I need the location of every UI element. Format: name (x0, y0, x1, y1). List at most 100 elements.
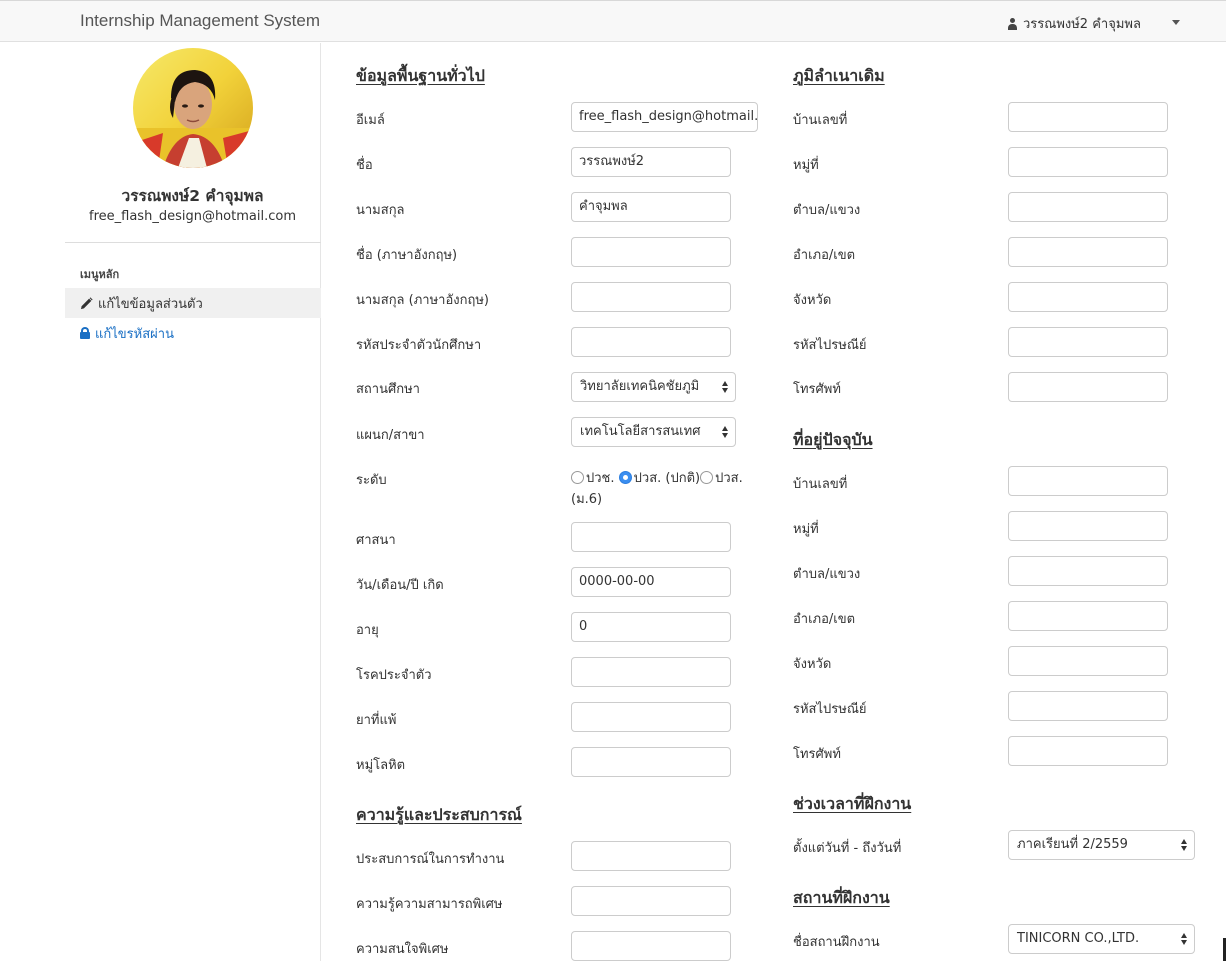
hometown-moo-field[interactable] (1008, 147, 1168, 177)
section-title-hometown: ภูมิลำเนาเดิม (793, 66, 885, 85)
current-house-no-field[interactable] (1008, 466, 1168, 496)
hometown-house-no-label: บ้านเลขที่ (793, 113, 848, 128)
sidebar-item-label: แก้ไขข้อมูลส่วนตัว (98, 296, 203, 312)
department-selected: เทคโนโลยีสารสนเทศ (580, 424, 701, 439)
section-title-knowledge: ความรู้และประสบการณ์ (356, 805, 522, 824)
select-arrows-icon (722, 381, 729, 393)
experience-label: ประสบการณ์ในการทำงาน (356, 852, 505, 867)
select-arrows-icon (1181, 933, 1188, 945)
hometown-subdistrict-label: ตำบล/แขวง (793, 203, 861, 218)
hometown-postal-field[interactable] (1008, 327, 1168, 357)
select-arrows-icon (722, 426, 729, 438)
blood-type-label: หมู่โลหิต (356, 758, 406, 773)
current-postal-label: รหัสไปรษณีย์ (793, 702, 867, 717)
current-moo-field[interactable] (1008, 511, 1168, 541)
radio-level-high-vocational-normal[interactable] (618, 471, 632, 484)
top-navbar: Internship Management System วรรณพงษ์2 ค… (0, 0, 1226, 42)
hometown-house-no-field[interactable] (1008, 102, 1168, 132)
sidebar-item-label: แก้ไขรหัสผ่าน (95, 326, 174, 342)
workplace-select[interactable]: TINICORN CO.,LTD. (1008, 924, 1195, 954)
first-name-label: ชื่อ (356, 158, 373, 173)
hometown-province-label: จังหวัด (793, 293, 832, 308)
section-title-period: ช่วงเวลาที่ฝึกงาน (793, 794, 912, 813)
hometown-district-label: อำเภอ/เขต (793, 248, 856, 263)
avatar (133, 48, 253, 168)
allergy-label: ยาที่แพ้ (356, 713, 397, 728)
last-name-en-field[interactable] (571, 282, 731, 312)
radio-level-vocational-cert[interactable] (571, 471, 584, 484)
email-label: อีเมล์ (356, 113, 385, 128)
current-province-label: จังหวัด (793, 657, 832, 672)
age-label: อายุ (356, 623, 379, 638)
hometown-district-field[interactable] (1008, 237, 1168, 267)
radio-option-label: ปวส. (ปกติ) (633, 471, 701, 486)
student-id-label: รหัสประจำตัวนักศึกษา (356, 338, 482, 353)
radio-level-high-vocational-m6[interactable] (700, 471, 714, 484)
sidebar: วรรณพงษ์2 คำจุมพล free_flash_design@hotm… (0, 43, 321, 961)
user-display-name: วรรณพงษ์2 คำจุมพล (1023, 17, 1141, 32)
section-title-general: ข้อมูลพื้นฐานทั่วไป (356, 66, 485, 85)
user-menu-toggle[interactable]: วรรณพงษ์2 คำจุมพล (1007, 13, 1141, 34)
hometown-phone-label: โทรศัพท์ (793, 382, 841, 397)
current-province-field[interactable] (1008, 646, 1168, 676)
last-name-en-label: นามสกุล (ภาษาอังกฤษ) (356, 293, 490, 308)
institution-label: สถานศึกษา (356, 382, 420, 397)
first-name-en-field[interactable] (571, 237, 731, 267)
current-subdistrict-field[interactable] (1008, 556, 1168, 586)
first-name-en-label: ชื่อ (ภาษาอังกฤษ) (356, 248, 458, 263)
hometown-subdistrict-field[interactable] (1008, 192, 1168, 222)
current-postal-field[interactable] (1008, 691, 1168, 721)
first-name-field[interactable]: วรรณพงษ์2 (571, 147, 731, 177)
current-phone-label: โทรศัพท์ (793, 747, 841, 762)
birth-date-label: วัน/เดือน/ปี เกิด (356, 578, 444, 593)
lock-icon (80, 327, 90, 339)
select-arrows-icon (1181, 839, 1188, 851)
pencil-icon (80, 296, 93, 309)
experience-field[interactable] (571, 841, 731, 871)
radio-option-label: ปวช. (586, 471, 615, 486)
last-name-field[interactable]: คำจุมพล (571, 192, 731, 222)
religion-field[interactable] (571, 522, 731, 552)
skills-field[interactable] (571, 886, 731, 916)
hometown-province-field[interactable] (1008, 282, 1168, 312)
institution-select[interactable]: วิทยาลัยเทคนิคชัยภูมิ (571, 372, 736, 402)
email-field[interactable]: free_flash_design@hotmail.com (571, 102, 758, 132)
disease-field[interactable] (571, 657, 731, 687)
blood-type-field[interactable] (571, 747, 731, 777)
student-id-field[interactable] (571, 327, 731, 357)
profile-name: วรรณพงษ์2 คำจุมพล (121, 187, 264, 205)
app-brand[interactable]: Internship Management System (80, 11, 320, 31)
interests-label: ความสนใจพิเศษ (356, 942, 449, 957)
section-title-current-address: ที่อยู่ปัจจุบัน (793, 430, 873, 449)
current-district-label: อำเภอ/เขต (793, 612, 856, 627)
allergy-field[interactable] (571, 702, 731, 732)
department-select[interactable]: เทคโนโลยีสารสนเทศ (571, 417, 736, 447)
current-phone-field[interactable] (1008, 736, 1168, 766)
level-radio-group: ปวช. ปวส. (ปกติ) ปวส. (ม.6) (571, 468, 756, 510)
caret-down-icon[interactable] (1172, 20, 1180, 25)
current-subdistrict-label: ตำบล/แขวง (793, 567, 861, 582)
workplace-name-label: ชื่อสถานฝึกงาน (793, 935, 880, 950)
hometown-postal-label: รหัสไปรษณีย์ (793, 338, 867, 353)
birth-date-field[interactable]: 0000-00-00 (571, 567, 731, 597)
level-label: ระดับ (356, 473, 387, 488)
sidebar-item-edit-profile[interactable]: แก้ไขข้อมูลส่วนตัว (65, 288, 321, 318)
current-district-field[interactable] (1008, 601, 1168, 631)
radio-option-label: (ม.6) (571, 492, 603, 507)
period-select[interactable]: ภาคเรียนที่ 2/2559 (1008, 830, 1195, 860)
sidebar-divider (65, 242, 321, 243)
last-name-label: นามสกุล (356, 203, 405, 218)
period-selected: ภาคเรียนที่ 2/2559 (1017, 837, 1128, 852)
sidebar-item-change-password[interactable]: แก้ไขรหัสผ่าน (65, 318, 321, 348)
hometown-phone-field[interactable] (1008, 372, 1168, 402)
age-field[interactable]: 0 (571, 612, 731, 642)
institution-selected: วิทยาลัยเทคนิคชัยภูมิ (580, 379, 700, 394)
menu-heading: เมนูหลัก (80, 268, 120, 281)
workplace-selected: TINICORN CO.,LTD. (1017, 931, 1140, 946)
current-house-no-label: บ้านเลขที่ (793, 477, 848, 492)
section-title-workplace: สถานที่ฝึกงาน (793, 888, 890, 907)
user-icon (1007, 17, 1018, 30)
disease-label: โรคประจำตัว (356, 668, 432, 683)
profile-email: free_flash_design@hotmail.com (89, 209, 296, 224)
interests-field[interactable] (571, 931, 731, 961)
